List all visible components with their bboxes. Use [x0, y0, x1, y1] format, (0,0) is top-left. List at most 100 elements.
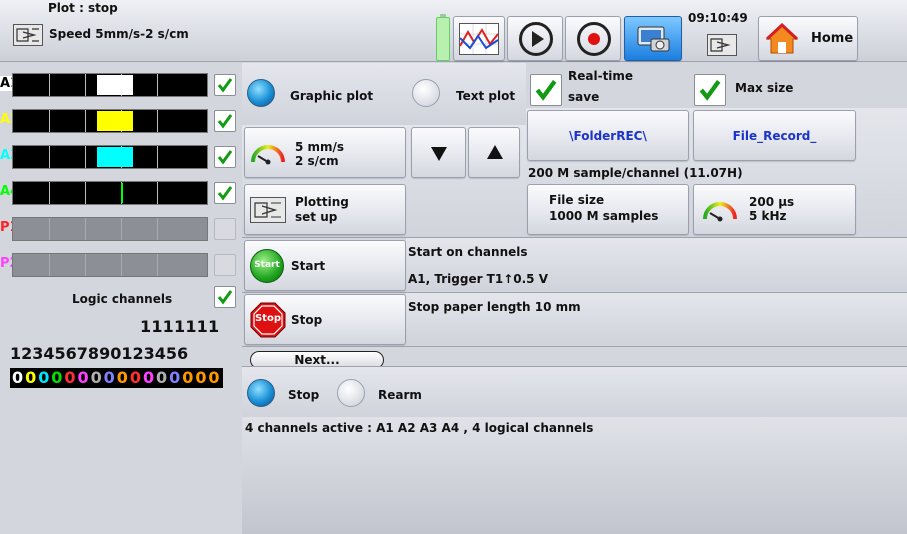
speed-line2: 2 s/cm: [295, 154, 339, 168]
file-size-line1: File size: [549, 193, 605, 207]
start-info-line1: Start on channels: [408, 245, 528, 259]
rearm-radio[interactable]: [337, 379, 365, 407]
logic-bit: 0: [38, 368, 50, 387]
channel-row-a3[interactable]: A3: [0, 144, 240, 170]
channel-signal-track: [12, 181, 208, 205]
start-icon-text: Start: [254, 260, 280, 270]
logic-bit: 0: [51, 368, 63, 387]
logic-bit: 0: [195, 368, 207, 387]
next-label: Next...: [294, 353, 340, 367]
home-label: Home: [811, 31, 854, 46]
logic-bit: 0: [142, 368, 155, 387]
max-size-label: Max size: [735, 81, 794, 95]
plotting-setup-button[interactable]: Plotting set up: [244, 184, 406, 235]
logic-bits: 0000000000000000: [12, 368, 222, 388]
text-plot-label: Text plot: [456, 89, 516, 103]
channel-checkbox[interactable]: [214, 146, 236, 168]
logic-bit: 0: [116, 368, 128, 387]
sampling-line2: 5 kHz: [749, 209, 787, 223]
speed-button[interactable]: 5 mm/s 2 s/cm: [244, 127, 406, 178]
channel-checkbox[interactable]: [214, 110, 236, 132]
channel-signal-track: [12, 145, 208, 169]
speed-gauge-icon: [250, 140, 286, 166]
channel-row-p1[interactable]: P1: [0, 216, 240, 242]
logic-bit: 0: [103, 368, 115, 387]
channel-row-a1[interactable]: A1: [0, 72, 240, 98]
text-plot-radio[interactable]: [412, 79, 440, 107]
start-icon: Start: [250, 249, 284, 283]
logic-bit: 0: [77, 368, 89, 387]
graphic-plot-radio[interactable]: [247, 79, 275, 107]
camera-screen-icon: [637, 25, 671, 53]
after-stop-radio[interactable]: [247, 379, 275, 407]
channel-level-indicator: [121, 183, 123, 203]
max-size-checkbox[interactable]: [694, 74, 726, 106]
logic-bit: 0: [129, 368, 141, 387]
rearm-label: Rearm: [378, 388, 422, 402]
triangle-up-icon: [487, 145, 503, 159]
channel-checkbox[interactable]: [214, 254, 236, 276]
plot-setup-icon: [250, 197, 286, 223]
logic-bit: 0: [182, 368, 194, 387]
start-info-line2: A1, Trigger T1↑0.5 V: [408, 272, 548, 286]
record-icon: [577, 22, 611, 56]
logic-channels-label: Logic channels: [72, 292, 173, 306]
channel-row-a4[interactable]: A4: [0, 180, 240, 206]
stop-label: Stop: [291, 313, 323, 327]
logic-channels-checkbox[interactable]: [214, 286, 236, 308]
sampling-line1: 200 µs: [749, 195, 795, 209]
stop-sign-icon: Stop: [250, 302, 286, 338]
triangle-down-icon: [431, 147, 447, 161]
logic-index-row1: 1111111: [140, 317, 220, 336]
sample-info: 200 M sample/channel (11.07H): [528, 166, 743, 180]
channel-row-a2[interactable]: A2: [0, 108, 240, 134]
logic-bit: 0: [90, 368, 102, 387]
stop-info: Stop paper length 10 mm: [408, 300, 581, 314]
channel-level-indicator: [97, 111, 133, 131]
plot-status: Plot : stop: [48, 1, 118, 15]
channel-label: P1: [0, 220, 19, 235]
play-button[interactable]: [507, 16, 563, 61]
speed-line1: 5 mm/s: [295, 140, 345, 154]
realtime-save-label-1: Real-time: [568, 69, 634, 83]
sampling-gauge-icon: [702, 197, 738, 223]
channel-label: A3: [0, 148, 20, 163]
waveform-view-button[interactable]: [453, 16, 505, 61]
home-button[interactable]: Home: [758, 16, 858, 61]
separator: [242, 346, 907, 347]
realtime-save-checkbox[interactable]: [530, 74, 562, 106]
folder-button[interactable]: \FolderREC\: [527, 110, 689, 161]
channel-label: A1: [0, 76, 20, 91]
channel-checkbox[interactable]: [214, 182, 236, 204]
channel-signal-track: [12, 73, 208, 97]
plotting-setup-line2: set up: [295, 210, 338, 224]
plot-icon: [13, 24, 43, 46]
stop-button[interactable]: Stop Stop: [244, 294, 406, 345]
file-name-label: File_Record_: [732, 129, 817, 143]
file-size-button[interactable]: File size 1000 M samples: [527, 184, 689, 235]
channel-checkbox[interactable]: [214, 218, 236, 240]
file-name-button[interactable]: File_Record_: [693, 110, 856, 161]
start-button[interactable]: Start Start: [244, 240, 406, 291]
after-stop-label: Stop: [288, 388, 320, 402]
stop-icon-text: Stop: [254, 313, 281, 324]
channel-level-indicator: [97, 75, 133, 95]
folder-label: \FolderREC\: [569, 129, 647, 143]
logic-bit: 0: [156, 368, 168, 387]
channel-checkbox[interactable]: [214, 74, 236, 96]
logic-bit: 0: [12, 368, 24, 387]
speed-up-button[interactable]: [468, 127, 520, 178]
logic-bit: 0: [64, 368, 76, 387]
screenshot-button[interactable]: [624, 16, 682, 61]
realtime-save-label-2: save: [568, 90, 600, 104]
record-button[interactable]: [565, 16, 621, 61]
clock-time: 09:10:49: [688, 11, 748, 25]
channel-level-indicator: [97, 147, 133, 167]
home-icon: [765, 22, 799, 55]
speed-down-button[interactable]: [411, 127, 466, 178]
sampling-rate-button[interactable]: 200 µs 5 kHz: [693, 184, 856, 235]
waveform-icon: [459, 23, 499, 55]
play-icon: [519, 22, 553, 56]
channel-label: A4: [0, 184, 20, 199]
channel-row-p2[interactable]: P2: [0, 252, 240, 278]
